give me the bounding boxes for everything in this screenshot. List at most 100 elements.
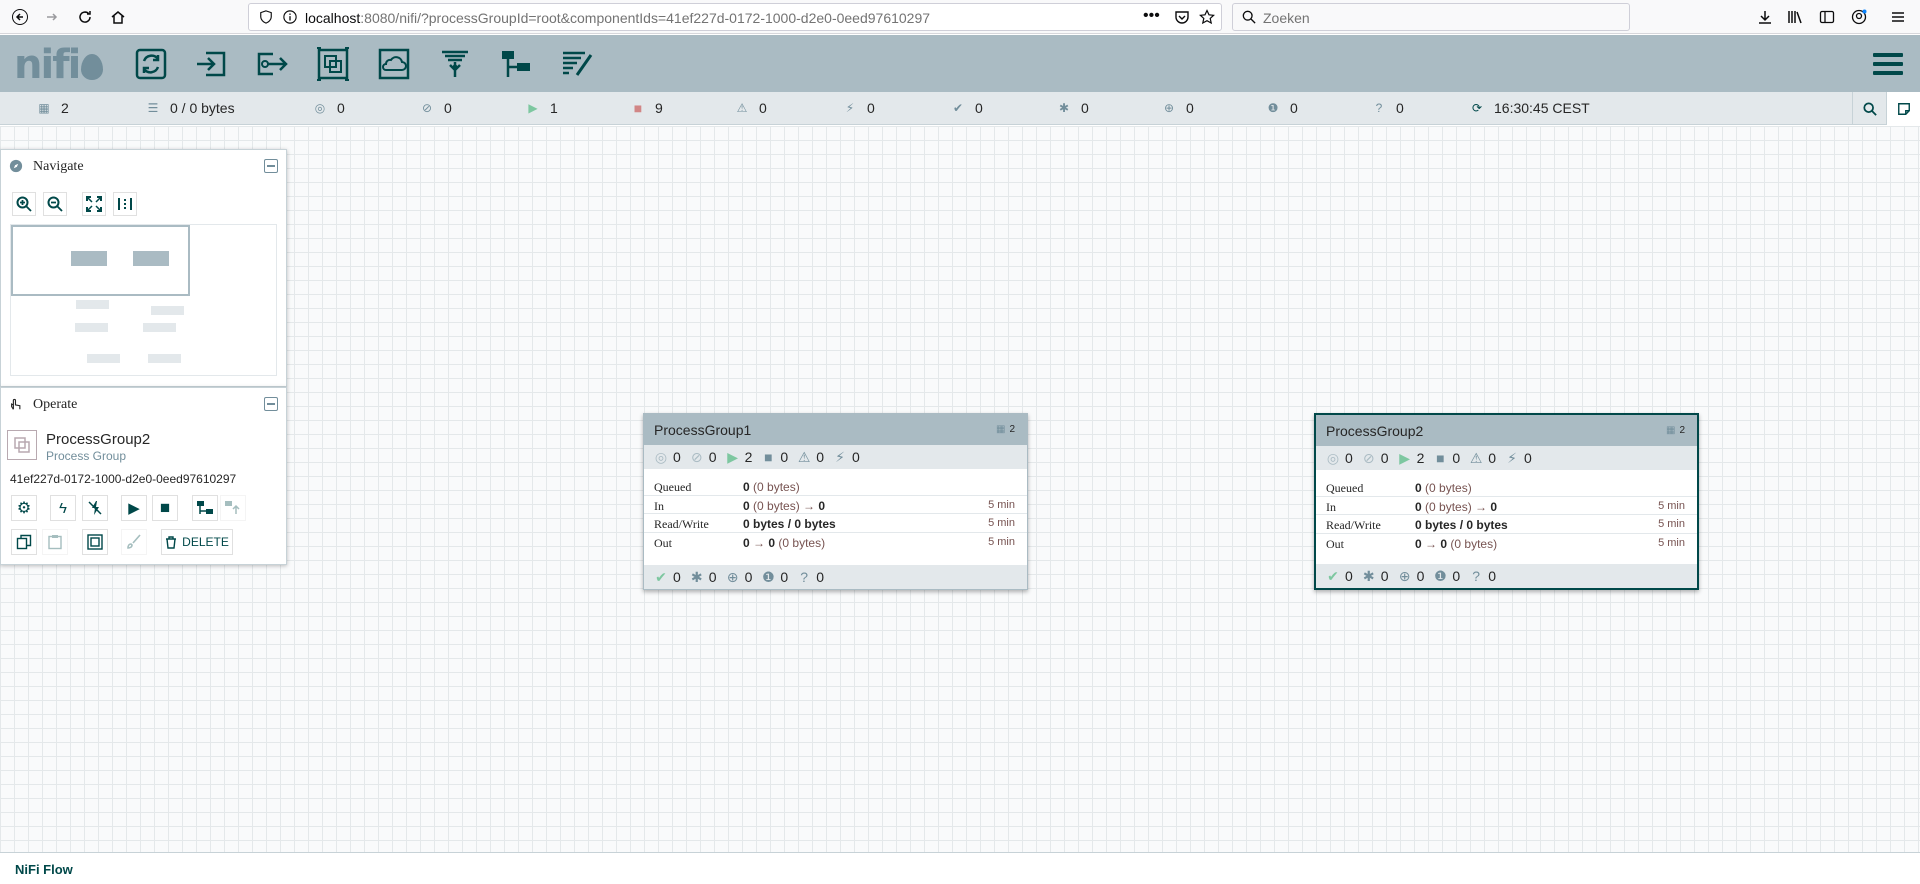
- asterisk-icon: ✱: [1058, 101, 1070, 115]
- sync-failure-stat: ? 0: [1372, 100, 1404, 116]
- stop-button[interactable]: ■: [152, 495, 178, 521]
- bookmark-star-icon[interactable]: [1199, 9, 1215, 28]
- running-count: ▶ 2: [1399, 449, 1425, 467]
- mini-process-group: [71, 251, 107, 266]
- gear-icon: ⚙: [16, 500, 32, 517]
- sidebar-icon[interactable]: [1815, 5, 1839, 29]
- fit-screen-button[interactable]: [82, 192, 106, 216]
- delete-button[interactable]: DELETE: [161, 529, 233, 555]
- zoom-out-button[interactable]: [43, 192, 67, 216]
- enable-button[interactable]: ϟ: [50, 495, 76, 521]
- locally-modified-stat: ✱ 0: [1058, 100, 1089, 116]
- disable-button[interactable]: [82, 495, 108, 521]
- selected-component-name: ProcessGroup2: [46, 431, 151, 448]
- paste-button[interactable]: [42, 529, 68, 555]
- remote-process-group-tool-icon[interactable]: [374, 45, 414, 83]
- up-to-date-stat: ✔ 0: [952, 100, 983, 116]
- group-icon: [87, 534, 103, 550]
- navigate-panel-header[interactable]: Navigate: [1, 150, 286, 182]
- configure-button[interactable]: ⚙: [11, 495, 37, 521]
- invalid-count: ⚠ 0: [797, 448, 824, 466]
- process-group-card[interactable]: ProcessGroup1 ▦ 2 ◎ 0 ⊘ 0 ▶ 2 ■ 0 ⚠ 0 ⚡ 0 Queue…: [643, 413, 1028, 590]
- library-icon[interactable]: [1783, 5, 1807, 29]
- navigate-panel: Navigate: [0, 149, 287, 387]
- nifi-header: nifi: [0, 35, 1920, 92]
- url-bar[interactable]: localhost:8080/nifi/?processGroupId=root…: [248, 3, 1222, 31]
- refresh-icon[interactable]: ⟳: [1470, 101, 1484, 115]
- browser-toolbar: localhost:8080/nifi/?processGroupId=root…: [0, 0, 1920, 34]
- transmitting-icon: ◎: [1326, 449, 1340, 466]
- search-icon: [1242, 10, 1256, 27]
- search-placeholder: Zoeken: [1263, 10, 1310, 26]
- operate-collapse-button[interactable]: [264, 397, 278, 411]
- process-group-name: ProcessGroup1: [654, 422, 752, 438]
- breadcrumb-root[interactable]: NiFi Flow: [15, 862, 73, 877]
- back-arrow-icon[interactable]: [8, 5, 32, 29]
- input-port-tool-icon[interactable]: [191, 45, 231, 83]
- disabled-icon: ⚡: [845, 101, 855, 115]
- threads-icon: ▦: [1665, 425, 1676, 436]
- navigate-collapse-button[interactable]: [264, 159, 278, 173]
- actual-size-button[interactable]: [113, 192, 137, 216]
- flow-search-button[interactable]: [1852, 92, 1886, 125]
- stop-icon: ■: [1436, 450, 1445, 466]
- warning-icon: ⚠: [1469, 449, 1483, 466]
- mini-component: [148, 354, 181, 363]
- label-tool-icon[interactable]: [557, 45, 597, 83]
- arrow-circle-up-icon: ⊕: [1398, 567, 1411, 584]
- pocket-icon[interactable]: [1174, 9, 1190, 28]
- process-group-header[interactable]: ProcessGroup2 ▦ 2: [1316, 415, 1697, 446]
- start-button[interactable]: ▶: [121, 495, 147, 521]
- reload-icon[interactable]: [73, 5, 97, 29]
- create-template-button[interactable]: [192, 495, 218, 521]
- transmitting-icon: ◎: [654, 448, 668, 465]
- not-transmitting-stat: ⊘ 0: [421, 100, 452, 116]
- stopped-count: ■ 0: [761, 449, 788, 465]
- play-icon: ▶: [727, 448, 738, 465]
- browser-menu-icon[interactable]: [1886, 5, 1910, 29]
- birdseye-overview[interactable]: [10, 224, 277, 376]
- arrow-circle-up-icon: ⊕: [726, 568, 739, 585]
- compass-icon: [9, 159, 23, 173]
- more-actions-icon[interactable]: •••: [1143, 7, 1160, 25]
- flow-status-bar: ▦ 2 ☰ 0 / 0 bytes ◎ 0 ⊘ 0 ▶ 1 ■ 9 ⚠ 0 ⚡ 0 ✔ 0 ✱ 0 …: [0, 92, 1920, 125]
- output-port-tool-icon[interactable]: [252, 45, 292, 83]
- disabled-icon: ⚡: [835, 448, 845, 465]
- process-group-header[interactable]: ProcessGroup1 ▦ 2: [644, 414, 1027, 445]
- refresh-stat[interactable]: ⟳ 16:30:45 CEST: [1470, 100, 1590, 116]
- browser-search-input[interactable]: Zoeken: [1232, 3, 1630, 31]
- process-group-tool-icon[interactable]: [313, 45, 353, 83]
- processor-tool-icon[interactable]: [131, 45, 171, 83]
- disabled-stat: ⚡ 0: [843, 100, 875, 116]
- disabled-count: ⚡ 0: [1505, 450, 1532, 467]
- transmitting-icon: ◎: [314, 101, 326, 115]
- question-icon: ?: [1375, 101, 1383, 115]
- not-transmitting-count: ⊘ 0: [1362, 449, 1389, 467]
- upload-template-button[interactable]: [220, 495, 246, 521]
- home-icon[interactable]: [106, 5, 130, 29]
- account-icon[interactable]: [1847, 5, 1871, 29]
- template-icon: [197, 501, 213, 514]
- stop-icon: ■: [764, 449, 773, 465]
- shield-icon[interactable]: [259, 10, 273, 27]
- change-color-button[interactable]: [121, 529, 147, 555]
- template-tool-icon[interactable]: [496, 45, 536, 83]
- delete-label: DELETE: [182, 535, 229, 549]
- bulletin-board-button[interactable]: [1886, 92, 1920, 125]
- group-button[interactable]: [82, 529, 108, 555]
- zoom-in-button[interactable]: [12, 192, 36, 216]
- lightning-icon: ϟ: [59, 499, 67, 517]
- operate-panel-header[interactable]: Operate: [1, 388, 286, 420]
- info-icon[interactable]: [283, 10, 297, 27]
- forward-arrow-icon[interactable]: [40, 5, 64, 29]
- transmitting-count: ◎ 0: [654, 448, 681, 466]
- funnel-tool-icon[interactable]: [435, 45, 475, 83]
- download-icon[interactable]: [1753, 5, 1777, 29]
- disabled-count: ⚡ 0: [833, 448, 860, 466]
- global-menu-icon[interactable]: [1873, 53, 1903, 77]
- stopped-count: ■ 0: [1433, 450, 1460, 466]
- copy-button[interactable]: [11, 529, 37, 555]
- process-group-card-selected[interactable]: ProcessGroup2 ▦ 2 ◎ 0 ⊘ 0 ▶ 2 ■ 0 ⚠ 0 ⚡ 0 Queue…: [1314, 413, 1699, 590]
- check-icon: ✔: [952, 101, 964, 115]
- mini-process-group: [133, 251, 169, 266]
